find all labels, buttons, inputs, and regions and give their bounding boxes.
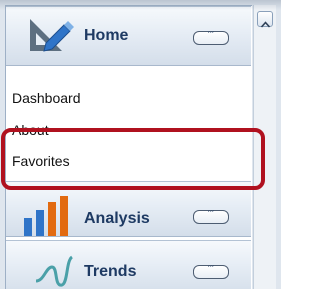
bar-chart-icon (22, 196, 72, 236)
vertical-scrollbar[interactable] (253, 5, 276, 289)
group-header-analysis[interactable]: Analysis ′′′ (6, 181, 251, 237)
nav-item-label: Favorites (12, 153, 70, 169)
navigation-bar: Home ′′′ Dashboard About Favorites Analy… (5, 5, 252, 289)
group-header-home[interactable]: Home ′′′ (6, 6, 251, 66)
scroll-up-button[interactable] (257, 11, 273, 28)
nav-item-about[interactable]: About (6, 114, 251, 140)
nav-item-label: Dashboard (12, 90, 81, 106)
nav-item-favorites[interactable]: Favorites (6, 145, 251, 177)
chevron-up-icon (260, 15, 271, 33)
home-more-button[interactable]: ′′′ (193, 31, 229, 45)
navigation-panel: Home ′′′ Dashboard About Favorites Analy… (0, 0, 281, 289)
trend-curve-icon (34, 251, 74, 289)
nav-item-dashboard[interactable]: Dashboard (6, 82, 251, 114)
drafting-pencil-icon (26, 17, 76, 57)
group-label-trends: Trends (84, 263, 137, 280)
trends-more-button[interactable]: ′′′ (193, 265, 229, 279)
analysis-more-button[interactable]: ′′′ (193, 210, 229, 224)
group-label-analysis: Analysis (84, 210, 150, 227)
group-label-home: Home (84, 27, 129, 44)
group-header-trends[interactable]: Trends ′′′ (6, 240, 251, 289)
nav-item-label: About (12, 122, 49, 138)
